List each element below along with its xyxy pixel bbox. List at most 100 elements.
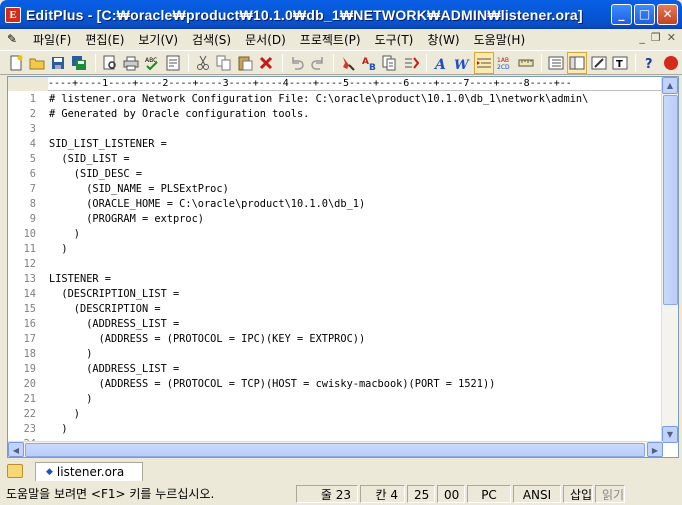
code-line[interactable]: (ADDRESS = (PROTOCOL = TCP)(HOST = cwisk… [49, 377, 661, 392]
tab-listener-ora[interactable]: ◆ listener.ora [35, 462, 144, 481]
indent-icon[interactable] [473, 51, 494, 74]
line-number: 13 [23, 273, 36, 285]
horizontal-scrollbar[interactable]: ◀ ▶ [8, 441, 663, 457]
code-line[interactable] [49, 257, 661, 272]
menu-window[interactable]: 창(W) [420, 31, 466, 48]
mdi-restore-button[interactable]: ❐ [651, 31, 661, 44]
print-preview-icon[interactable] [100, 52, 120, 74]
replace-icon[interactable]: AB [359, 52, 379, 74]
close-button[interactable]: ✕ [657, 4, 678, 25]
menu-help[interactable]: 도움말(H) [467, 31, 533, 48]
maximize-button[interactable]: □ [634, 4, 655, 25]
code-line[interactable]: ) [49, 392, 661, 407]
document-icon[interactable]: ✎ [4, 31, 20, 47]
line-number: 4 [29, 138, 36, 150]
find-in-files-icon[interactable] [380, 52, 400, 74]
status-char-count: 25 [407, 484, 435, 503]
line-number: 19 [23, 363, 36, 375]
new-file-icon[interactable] [6, 52, 26, 74]
text-mode-icon[interactable]: T [610, 52, 630, 74]
delete-icon[interactable] [256, 52, 276, 74]
status-encoding[interactable]: ANSI [513, 484, 561, 503]
status-hint: 도움말을 보려면 <F1> 키를 누르십시오. [6, 486, 215, 501]
line-number: 16 [23, 318, 36, 330]
code-line[interactable]: (DESCRIPTION_LIST = [49, 287, 661, 302]
menu-project[interactable]: 프로젝트(P) [293, 31, 368, 48]
code-area[interactable]: # listener.ora Network Configuration Fil… [49, 92, 661, 443]
print-icon[interactable] [121, 52, 141, 74]
status-insert-mode[interactable]: 삽입 [563, 484, 593, 503]
scroll-right-icon[interactable]: ▶ [647, 442, 663, 457]
code-line[interactable]: (ADDRESS_LIST = [49, 362, 661, 377]
toggle-panel-icon[interactable] [588, 52, 608, 74]
copy-icon[interactable] [214, 52, 234, 74]
html-preview-icon[interactable] [163, 52, 183, 74]
vertical-scrollbar[interactable]: ▲ ▼ [661, 77, 678, 443]
goto-line-icon[interactable] [401, 52, 421, 74]
line-number: 8 [29, 198, 36, 210]
scroll-down-icon[interactable]: ▼ [662, 426, 678, 443]
minimize-button[interactable]: _ [611, 4, 632, 25]
code-line[interactable]: (SID_LIST = [49, 152, 661, 167]
menu-edit[interactable]: 편집(E) [78, 31, 131, 48]
horizontal-scroll-thumb[interactable] [25, 443, 645, 457]
redo-icon[interactable] [308, 52, 328, 74]
mdi-close-button[interactable]: ✕ [667, 31, 676, 44]
ruler-icon[interactable] [516, 52, 536, 74]
code-line[interactable] [49, 122, 661, 137]
save-icon[interactable] [48, 52, 68, 74]
line-number: 7 [29, 183, 36, 195]
status-bar: 도움말을 보려면 <F1> 키를 누르십시오. 줄 23 칸 4 25 00 P… [0, 482, 682, 505]
find-icon[interactable] [338, 52, 358, 74]
scroll-up-icon[interactable]: ▲ [662, 77, 678, 94]
code-line[interactable]: SID_LIST_LISTENER = [49, 137, 661, 152]
full-screen-icon[interactable] [567, 51, 588, 74]
code-line[interactable]: (PROGRAM = extproc) [49, 212, 661, 227]
menu-tools[interactable]: 도구(T) [368, 31, 421, 48]
line-number-gutter: 123456789101112131415161718192021222324 [8, 92, 42, 443]
status-read-mode[interactable]: 읽기 [595, 484, 625, 503]
word-wrap-icon[interactable]: W [452, 52, 472, 74]
line-number-icon[interactable]: 1AB 2CD [495, 52, 515, 74]
code-line[interactable]: # listener.ora Network Configuration Fil… [49, 92, 661, 107]
spell-check-icon[interactable]: ABC [142, 52, 162, 74]
menu-document[interactable]: 문서(D) [238, 31, 293, 48]
paste-icon[interactable] [235, 52, 255, 74]
font-icon[interactable]: A [431, 52, 451, 74]
code-line[interactable]: (SID_DESC = [49, 167, 661, 182]
menu-view[interactable]: 보기(V) [131, 31, 185, 48]
save-all-icon[interactable] [69, 52, 89, 74]
code-line[interactable]: ) [49, 227, 661, 242]
code-line[interactable]: ) [49, 347, 661, 362]
help-icon[interactable]: ? [640, 52, 660, 74]
folder-icon[interactable] [7, 464, 23, 478]
scroll-left-icon[interactable]: ◀ [8, 442, 24, 457]
menu-search[interactable]: 검색(S) [185, 31, 238, 48]
code-line[interactable]: (DESCRIPTION = [49, 302, 661, 317]
vertical-scroll-thumb[interactable] [663, 95, 678, 305]
cut-icon[interactable] [193, 52, 213, 74]
code-line[interactable]: ) [49, 407, 661, 422]
code-line[interactable]: (SID_NAME = PLSExtProc) [49, 182, 661, 197]
code-line[interactable]: LISTENER = [49, 272, 661, 287]
editor-pane[interactable]: ----+----1----+----2----+----3----+----4… [7, 76, 679, 458]
code-line[interactable]: ) [49, 422, 661, 437]
undo-icon[interactable] [287, 52, 307, 74]
code-line[interactable]: ) [49, 242, 661, 257]
mdi-minimize-button[interactable]: _ [639, 31, 645, 44]
code-line[interactable]: (ADDRESS_LIST = [49, 317, 661, 332]
stop-icon[interactable] [661, 52, 681, 74]
code-line[interactable]: (ORACLE_HOME = C:\oracle\product\10.1.0\… [49, 197, 661, 212]
open-folder-icon[interactable] [27, 52, 47, 74]
line-number: 20 [23, 378, 36, 390]
title-bar: E EditPlus - [C:₩oracle₩product₩10.1.0₩d… [0, 0, 682, 29]
line-number: 5 [29, 153, 36, 165]
menu-file[interactable]: 파일(F) [26, 31, 78, 48]
code-line[interactable]: (ADDRESS = (PROTOCOL = IPC)(KEY = EXTPRO… [49, 332, 661, 347]
code-line[interactable]: # Generated by Oracle configuration tool… [49, 107, 661, 122]
editplus-app-icon[interactable]: E [5, 6, 21, 23]
screen-layout-icon[interactable] [546, 52, 566, 74]
status-line-ending[interactable]: PC [467, 484, 511, 503]
line-number: 15 [23, 303, 36, 315]
window-title: EditPlus - [C:₩oracle₩product₩10.1.0₩db_… [26, 6, 583, 23]
